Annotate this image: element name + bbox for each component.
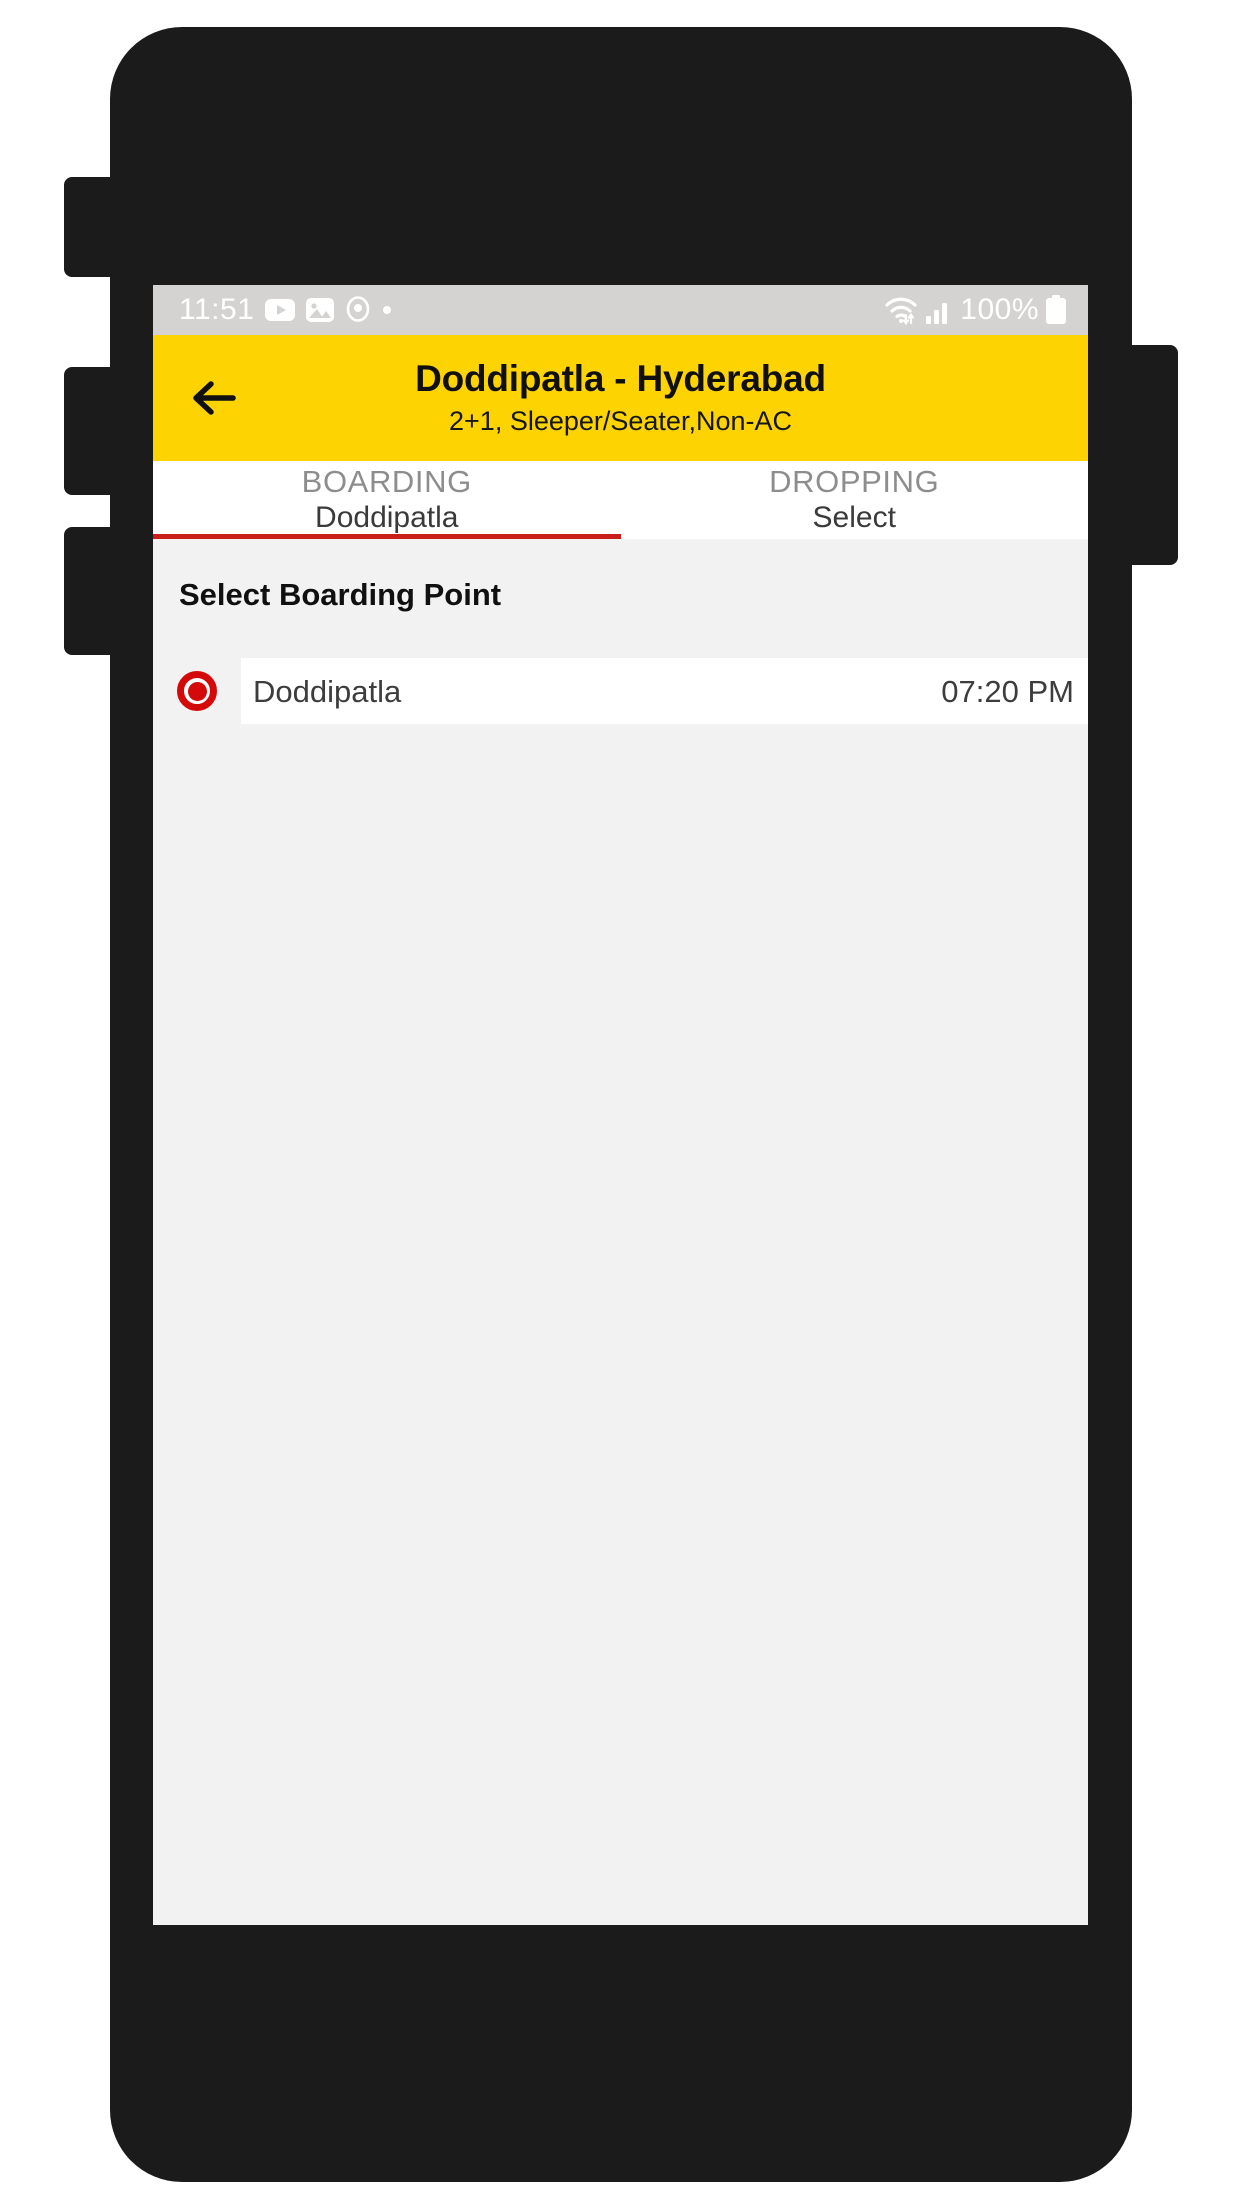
status-clock: 11:51	[179, 293, 255, 326]
side-button-volume-up[interactable]	[64, 367, 114, 495]
battery-full-icon	[1046, 295, 1066, 325]
content-area: Select Boarding Point Doddipatla 07:20 P…	[153, 539, 1088, 1925]
tab-dropping-label: DROPPING	[769, 464, 940, 500]
status-bar-left: 11:51	[179, 295, 884, 325]
dot-icon	[382, 305, 392, 315]
status-bar-right: 100%	[884, 295, 1066, 325]
gallery-icon	[306, 298, 335, 322]
tab-boarding-value: Doddipatla	[315, 500, 459, 534]
tab-dropping-value: Select	[812, 500, 896, 534]
page-subtitle: 2+1, Sleeper/Seater,Non-AC	[449, 405, 792, 436]
side-button-power[interactable]	[1128, 345, 1178, 565]
phone-device-frame: 11:51 100% Doddipatla - Hyderabad 2+1, S…	[64, 27, 1178, 2182]
tab-active-indicator	[153, 534, 621, 539]
boarding-point-radio[interactable]	[153, 671, 241, 711]
app-bar: Doddipatla - Hyderabad 2+1, Sleeper/Seat…	[153, 335, 1088, 461]
boarding-point-time: 07:20 PM	[941, 673, 1074, 709]
signal-icon	[925, 296, 953, 324]
phone-screen: 11:51 100% Doddipatla - Hyderabad 2+1, S…	[153, 285, 1088, 1925]
radio-dot	[187, 681, 207, 701]
section-title: Select Boarding Point	[179, 577, 502, 612]
radio-selected-icon	[177, 671, 217, 711]
side-button-volume-down[interactable]	[64, 527, 114, 655]
tab-bar: BOARDING Doddipatla DROPPING Select	[153, 461, 1088, 539]
wifi-icon	[884, 295, 918, 325]
status-bar: 11:51 100%	[153, 285, 1088, 335]
tab-boarding[interactable]: BOARDING Doddipatla	[153, 461, 621, 539]
boarding-points-list: Doddipatla 07:20 PM	[153, 648, 1088, 746]
app-bar-titles: Doddipatla - Hyderabad 2+1, Sleeper/Seat…	[153, 357, 1088, 438]
location-icon	[345, 296, 371, 324]
tab-boarding-label: BOARDING	[301, 464, 472, 500]
battery-percent-label: 100%	[960, 293, 1039, 326]
boarding-point-name: Doddipatla	[253, 673, 402, 709]
side-button-mute[interactable]	[64, 177, 114, 277]
boarding-point-card[interactable]: Doddipatla 07:20 PM	[241, 658, 1088, 724]
youtube-icon	[265, 299, 296, 321]
boarding-point-row[interactable]: Doddipatla 07:20 PM	[153, 648, 1088, 746]
back-arrow-icon[interactable]	[171, 335, 255, 461]
tab-dropping[interactable]: DROPPING Select	[621, 461, 1089, 539]
page-title: Doddipatla - Hyderabad	[415, 358, 826, 400]
